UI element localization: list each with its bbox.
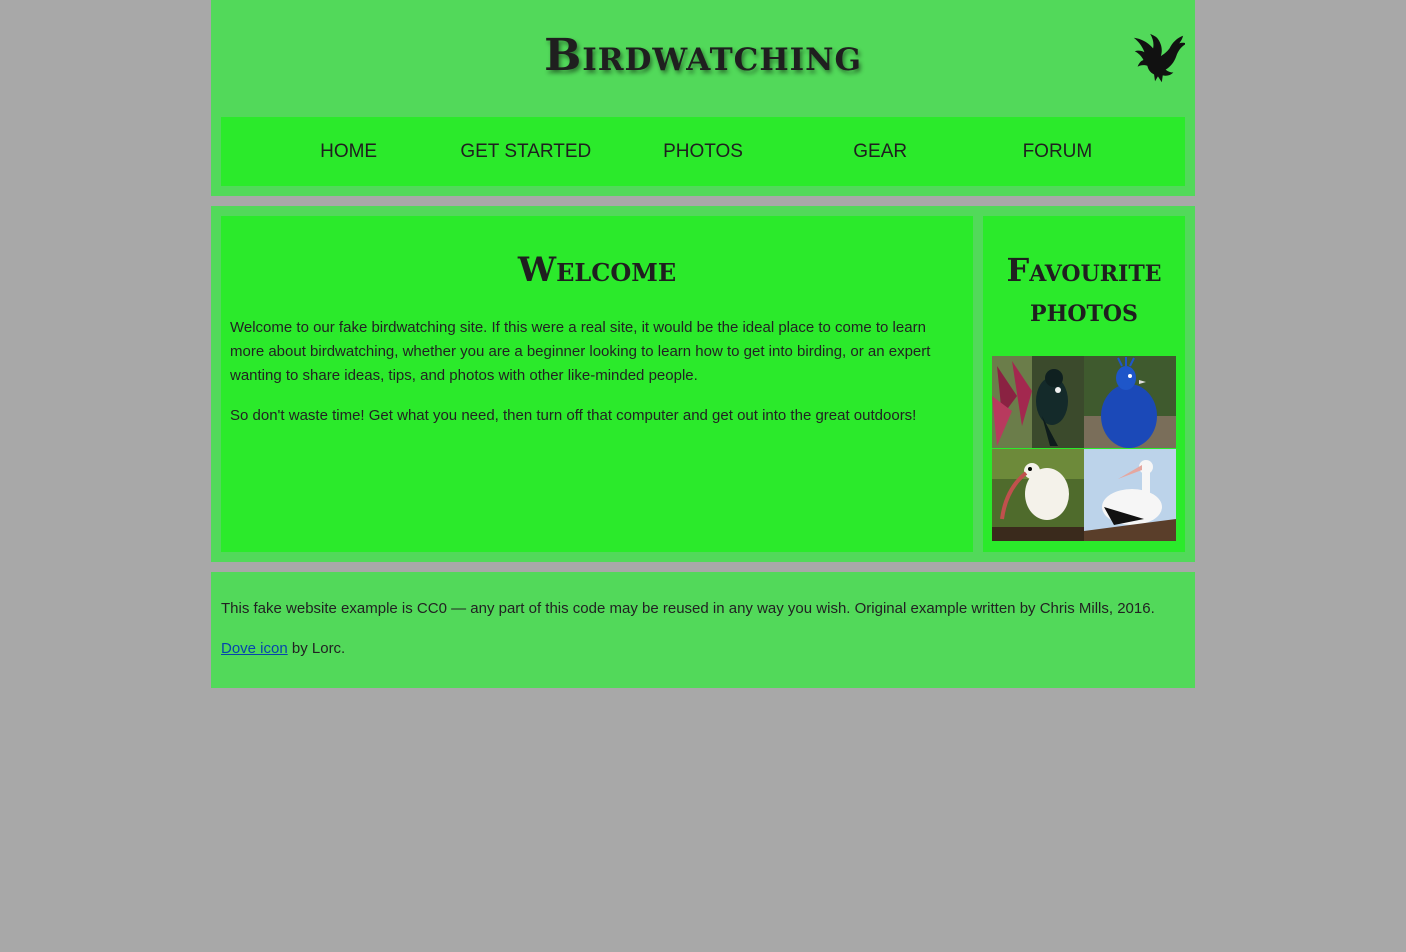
- icon-credit-author: by Lorc.: [287, 640, 346, 657]
- stork-photo[interactable]: [1084, 449, 1176, 541]
- photo-grid: [992, 356, 1176, 541]
- nav-photos[interactable]: Photos: [614, 141, 791, 163]
- ibis-photo[interactable]: [992, 449, 1084, 541]
- site-header: Birdwatching Home Get started Photos Gea…: [211, 0, 1195, 196]
- nav-gear[interactable]: Gear: [792, 141, 969, 163]
- nav-forum[interactable]: Forum: [969, 141, 1146, 163]
- welcome-paragraph: Welcome to our fake birdwatching site. I…: [230, 319, 931, 384]
- favourite-photos-aside: Favourite photos: [983, 216, 1185, 552]
- site-footer: This fake website example is CC0 — any p…: [211, 572, 1195, 688]
- main-section: Welcome Welcome to our fake birdwatching…: [211, 206, 1195, 562]
- license-text: This fake website example is CC0 — any p…: [221, 600, 1155, 617]
- dove-icon: [1133, 33, 1185, 83]
- nav-get-started[interactable]: Get started: [437, 141, 614, 163]
- outdoors-paragraph: So don't waste time! Get what you need, …: [230, 407, 917, 424]
- tui-bird-photo[interactable]: [992, 356, 1084, 448]
- welcome-article: Welcome Welcome to our fake birdwatching…: [221, 216, 973, 552]
- site-title: Birdwatching: [544, 30, 862, 81]
- peacock-photo[interactable]: [1084, 356, 1176, 448]
- icon-credit: Dove icon by Lorc.: [221, 640, 345, 657]
- welcome-heading: Welcome: [517, 250, 677, 290]
- nav-home[interactable]: Home: [260, 141, 437, 163]
- dove-icon-link[interactable]: Dove icon: [221, 640, 288, 657]
- favourite-photos-heading: Favourite photos: [1006, 251, 1162, 329]
- main-nav: Home Get started Photos Gear Forum: [221, 117, 1185, 186]
